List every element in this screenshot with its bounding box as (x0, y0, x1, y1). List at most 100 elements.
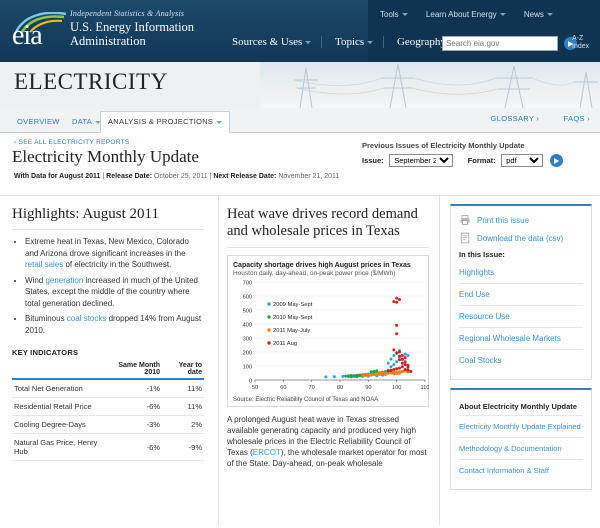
table-row: Natural Gas Price, Henry Hub -6% -9% (12, 433, 204, 461)
report-next-release-value: November 21, 2011 (278, 173, 340, 180)
utility-nav-news-label: News (523, 10, 544, 19)
list-item: Extreme heat in Texas, New Mexico, Color… (25, 236, 204, 271)
tab-analysis-projections-label: ANALYSIS & PROJECTIONS (108, 117, 214, 126)
list-item: Bituminous coal stocks dropped 14% from … (25, 313, 204, 336)
scatter-plot-svg: 0 100 200 300 400 500 600 700 50 60 70 80 90 100 110 20… (243, 280, 430, 391)
report-release-value: October 25, 2011 (154, 173, 208, 180)
svg-text:80: 80 (337, 385, 343, 391)
search-input[interactable] (442, 36, 558, 51)
col-header-name (12, 362, 112, 379)
utility-nav: Tools Learn About Energy News (380, 10, 569, 19)
chart-source: Source: Electric Reliability Council of … (233, 397, 379, 403)
svg-text:100: 100 (392, 385, 401, 391)
tab-overview-label: OVERVIEW (17, 117, 60, 126)
nav-sources-uses[interactable]: Sources & Uses (222, 36, 323, 48)
utility-nav-tools[interactable]: Tools (380, 10, 408, 19)
row-2-name: Cooling Degree-Days (12, 415, 112, 434)
about-link-explained[interactable]: Electricity Monthly Update Explained (459, 415, 583, 437)
key-indicators-table: Same Month 2010 Year to date Total Net G… (12, 362, 204, 461)
about-box: About Electricity Monthly Update Electri… (450, 388, 592, 490)
issue-tools-box: Print this issue Download the data (csv)… (450, 204, 592, 380)
report-data-month: With Data for August 2011 (14, 173, 101, 180)
in-this-issue-nav: Highlights End Use Resource Use Regional… (459, 261, 583, 371)
az-index-line1: A-Z (572, 35, 584, 42)
row-1-name: Residential Retail Price (12, 397, 112, 416)
page-title: ELECTRICITY (14, 69, 168, 94)
ercot-link[interactable]: ERCOT (253, 448, 281, 457)
az-index-link[interactable]: A-Z Index (572, 35, 589, 51)
chevron-down-icon (499, 13, 506, 17)
bullet-1-post: of electricity in the Southwest. (63, 260, 172, 269)
row-0-name: Total Net Generation (12, 379, 112, 398)
glossary-link[interactable]: GLOSSARY › (491, 114, 540, 123)
svg-text:500: 500 (243, 308, 252, 314)
utility-nav-tools-label: Tools (380, 10, 399, 19)
svg-text:2011 May-July: 2011 May-July (273, 328, 310, 334)
svg-text:2010 May-Sept: 2010 May-Sept (273, 315, 313, 321)
sidebar-item-end-use[interactable]: End Use (459, 283, 583, 305)
page-body: Highlights: August 2011 Extreme heat in … (0, 196, 600, 526)
retail-sales-link[interactable]: retail sales (25, 260, 63, 269)
format-select-label: Format: (467, 155, 496, 165)
faqs-link[interactable]: FAQS › (564, 114, 590, 123)
svg-text:70: 70 (309, 385, 315, 391)
site-header: eia Independent Statistics & Analysis U.… (0, 0, 600, 62)
highlights-title: Highlights: August 2011 (12, 206, 159, 222)
about-link-methodology[interactable]: Methodology & Documentation (459, 437, 583, 459)
sidebar-item-highlights[interactable]: Highlights (459, 261, 583, 283)
nav-topics[interactable]: Topics (325, 36, 385, 48)
chevron-down-icon (305, 40, 312, 44)
site-tagline: Independent Statistics & Analysis (70, 9, 185, 18)
bullet-3-pre: Bituminous (25, 314, 67, 323)
list-item: Wind generation increased in much of the… (25, 275, 204, 310)
about-link-contact[interactable]: Contact Information & Staff (459, 459, 583, 481)
sidebar-item-resource-use[interactable]: Resource Use (459, 305, 583, 327)
previous-issues-panel: Previous Issues of Electricity Monthly U… (362, 141, 592, 167)
chart-plot: 0 100 200 300 400 500 600 700 50 60 70 80 90 100 110 20… (233, 278, 430, 396)
sidebar-item-coal-stocks[interactable]: Coal Stocks (459, 349, 583, 371)
chevron-down-icon (401, 13, 408, 17)
document-icon (460, 232, 470, 244)
print-issue-label: Print this issue (477, 215, 530, 225)
banner-photo (260, 62, 600, 108)
svg-text:700: 700 (243, 280, 252, 286)
previous-issues-title: Previous Issues of Electricity Monthly U… (362, 141, 525, 150)
eia-logo[interactable]: eia (12, 10, 68, 54)
chart-container: Capacity shortage drives high August pri… (227, 255, 429, 407)
row-0-ytd: 11% (162, 379, 204, 398)
tab-analysis-projections[interactable]: ANALYSIS & PROJECTIONS (100, 111, 231, 134)
bullet-1-pre: Extreme heat in Texas, New Mexico, Color… (25, 237, 189, 258)
row-1-ytd: 11% (162, 397, 204, 416)
chevron-down-icon (216, 120, 223, 124)
issue-select[interactable]: September 201 (389, 154, 454, 167)
generation-link[interactable]: generation (45, 276, 83, 285)
svg-text:400: 400 (243, 322, 252, 328)
utility-nav-learn[interactable]: Learn About Energy (426, 10, 506, 19)
svg-text:0: 0 (249, 378, 252, 384)
sidebar-item-regional-wholesale-markets[interactable]: Regional Wholesale Markets (459, 327, 583, 349)
svg-text:100: 100 (243, 364, 252, 370)
print-issue-link[interactable]: Print this issue (459, 214, 583, 226)
see-all-reports-link[interactable]: ‹ SEE ALL ELECTRICITY REPORTS (14, 139, 130, 146)
row-3-name: Natural Gas Price, Henry Hub (12, 433, 112, 461)
coal-stocks-link[interactable]: coal stocks (67, 314, 107, 323)
table-row: Residential Retail Price -6% 11% (12, 397, 204, 416)
tab-overview[interactable]: OVERVIEW (10, 112, 67, 131)
highlights-list: Extreme heat in Texas, New Mexico, Color… (12, 236, 204, 336)
tab-data-label: DATA (72, 117, 93, 126)
nav-geography-label: Geography (396, 36, 446, 48)
about-links-nav: Electricity Monthly Update Explained Met… (459, 415, 583, 481)
previous-issues-go-button[interactable] (549, 154, 563, 167)
article-headline: Heat wave drives record demand and whole… (227, 206, 418, 239)
svg-text:60: 60 (280, 385, 286, 391)
org-name-line2: Administration (70, 34, 146, 48)
download-data-link[interactable]: Download the data (csv) (459, 232, 583, 244)
transmission-towers-image (293, 63, 598, 108)
format-select[interactable]: pdf (501, 154, 544, 167)
utility-nav-news[interactable]: News (524, 10, 553, 19)
row-3-ytd: -9% (162, 433, 204, 461)
key-indicators-title: KEY INDICATORS (12, 348, 79, 357)
highlights-divider (12, 229, 204, 230)
article-column: Heat wave drives record demand and whole… (218, 196, 440, 526)
svg-text:600: 600 (243, 294, 252, 300)
